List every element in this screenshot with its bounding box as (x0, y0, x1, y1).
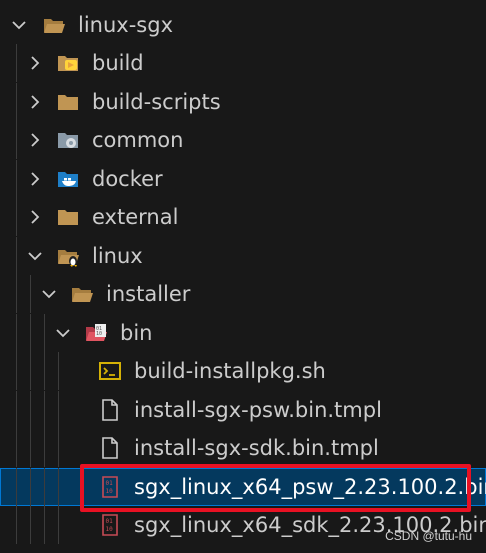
indent-guide (44, 429, 45, 467)
indent-guide (16, 121, 17, 159)
indent-guide (58, 506, 59, 544)
chevron-down-icon[interactable] (8, 14, 30, 36)
indent-guide (58, 468, 59, 506)
indent-guide (44, 352, 45, 390)
indent-guide (58, 391, 59, 429)
svg-text:10: 10 (106, 526, 114, 533)
red-highlight-annotation (80, 464, 471, 512)
tree-item-build[interactable]: build (0, 44, 486, 82)
tree-item-install-sgx-psw-bin-tmpl[interactable]: install-sgx-psw.bin.tmpl (0, 391, 486, 429)
folder-open-icon (42, 13, 66, 37)
folder-open-icon (70, 282, 94, 306)
tree-item-build-scripts[interactable]: build-scripts (0, 83, 486, 121)
indent-guide (30, 468, 31, 506)
watermark: CSDN @tutu-hu (385, 529, 472, 543)
folder-icon (56, 205, 80, 229)
folder-build-icon (56, 51, 80, 75)
chevron-down-icon[interactable] (24, 245, 46, 267)
indent-guide (16, 468, 17, 506)
tree-item-common[interactable]: common (0, 121, 486, 159)
indent-guide (16, 506, 17, 544)
shell-file-icon (98, 359, 122, 383)
tree-item-label: install-sgx-sdk.bin.tmpl (134, 436, 379, 460)
tree-item-label: build-installpkg.sh (134, 359, 326, 383)
indent-guide (30, 429, 31, 467)
indent-guide (16, 44, 17, 82)
indent-guide (30, 391, 31, 429)
tree-item-label: linux (92, 244, 143, 268)
tree-item-linux-sgx[interactable]: linux-sgx (0, 6, 486, 44)
indent-guide (30, 314, 31, 352)
chevron-right-icon[interactable] (24, 91, 46, 113)
tree-item-installer[interactable]: installer (0, 275, 486, 313)
indent-guide (16, 429, 17, 467)
indent-guide (58, 429, 59, 467)
tree-item-build-installpkg-sh[interactable]: build-installpkg.sh (0, 352, 486, 390)
folder-icon (56, 90, 80, 114)
tree-item-label: bin (120, 321, 153, 345)
tree-item-label: installer (106, 282, 191, 306)
folder-binary-open-icon: 01 10 (84, 321, 108, 345)
tree-item-label: common (92, 128, 184, 152)
tree-item-label: docker (92, 167, 163, 191)
indent-guide (44, 314, 45, 352)
tree-item-install-sgx-sdk-bin-tmpl[interactable]: install-sgx-sdk.bin.tmpl (0, 429, 486, 467)
tree-item-label: build (92, 51, 144, 75)
folder-common-icon (56, 128, 80, 152)
indent-guide (16, 352, 17, 390)
chevron-right-icon[interactable] (24, 52, 46, 74)
indent-guide (16, 314, 17, 352)
indent-guide (16, 198, 17, 236)
chevron-down-icon[interactable] (52, 322, 74, 344)
indent-guide (30, 352, 31, 390)
file-icon (98, 398, 122, 422)
indent-guide (58, 352, 59, 390)
indent-guide (16, 391, 17, 429)
folder-docker-icon (56, 167, 80, 191)
indent-guide (16, 83, 17, 121)
tree-item-linux[interactable]: linux (0, 237, 486, 275)
chevron-right-icon[interactable] (24, 206, 46, 228)
tree-item-bin[interactable]: 01 10 bin (0, 314, 486, 352)
indent-guide (30, 506, 31, 544)
indent-guide (44, 468, 45, 506)
chevron-down-icon[interactable] (38, 283, 60, 305)
binary-file-icon: 01 10 (98, 513, 122, 537)
tree-item-label: external (92, 205, 179, 229)
tree-item-label: build-scripts (92, 90, 221, 114)
svg-text:10: 10 (96, 331, 102, 337)
indent-guide (16, 275, 17, 313)
svg-text:01: 01 (106, 518, 114, 525)
indent-guide (16, 160, 17, 198)
indent-guide (30, 275, 31, 313)
tree-item-label: linux-sgx (78, 13, 173, 37)
tree-item-label: install-sgx-psw.bin.tmpl (134, 398, 382, 422)
indent-guide (44, 506, 45, 544)
indent-guide (16, 237, 17, 275)
tree-item-docker[interactable]: docker (0, 160, 486, 198)
file-icon (98, 436, 122, 460)
indent-guide (44, 391, 45, 429)
chevron-right-icon[interactable] (24, 168, 46, 190)
tree-item-external[interactable]: external (0, 198, 486, 236)
folder-linux-open-icon (56, 244, 80, 268)
chevron-right-icon[interactable] (24, 129, 46, 151)
